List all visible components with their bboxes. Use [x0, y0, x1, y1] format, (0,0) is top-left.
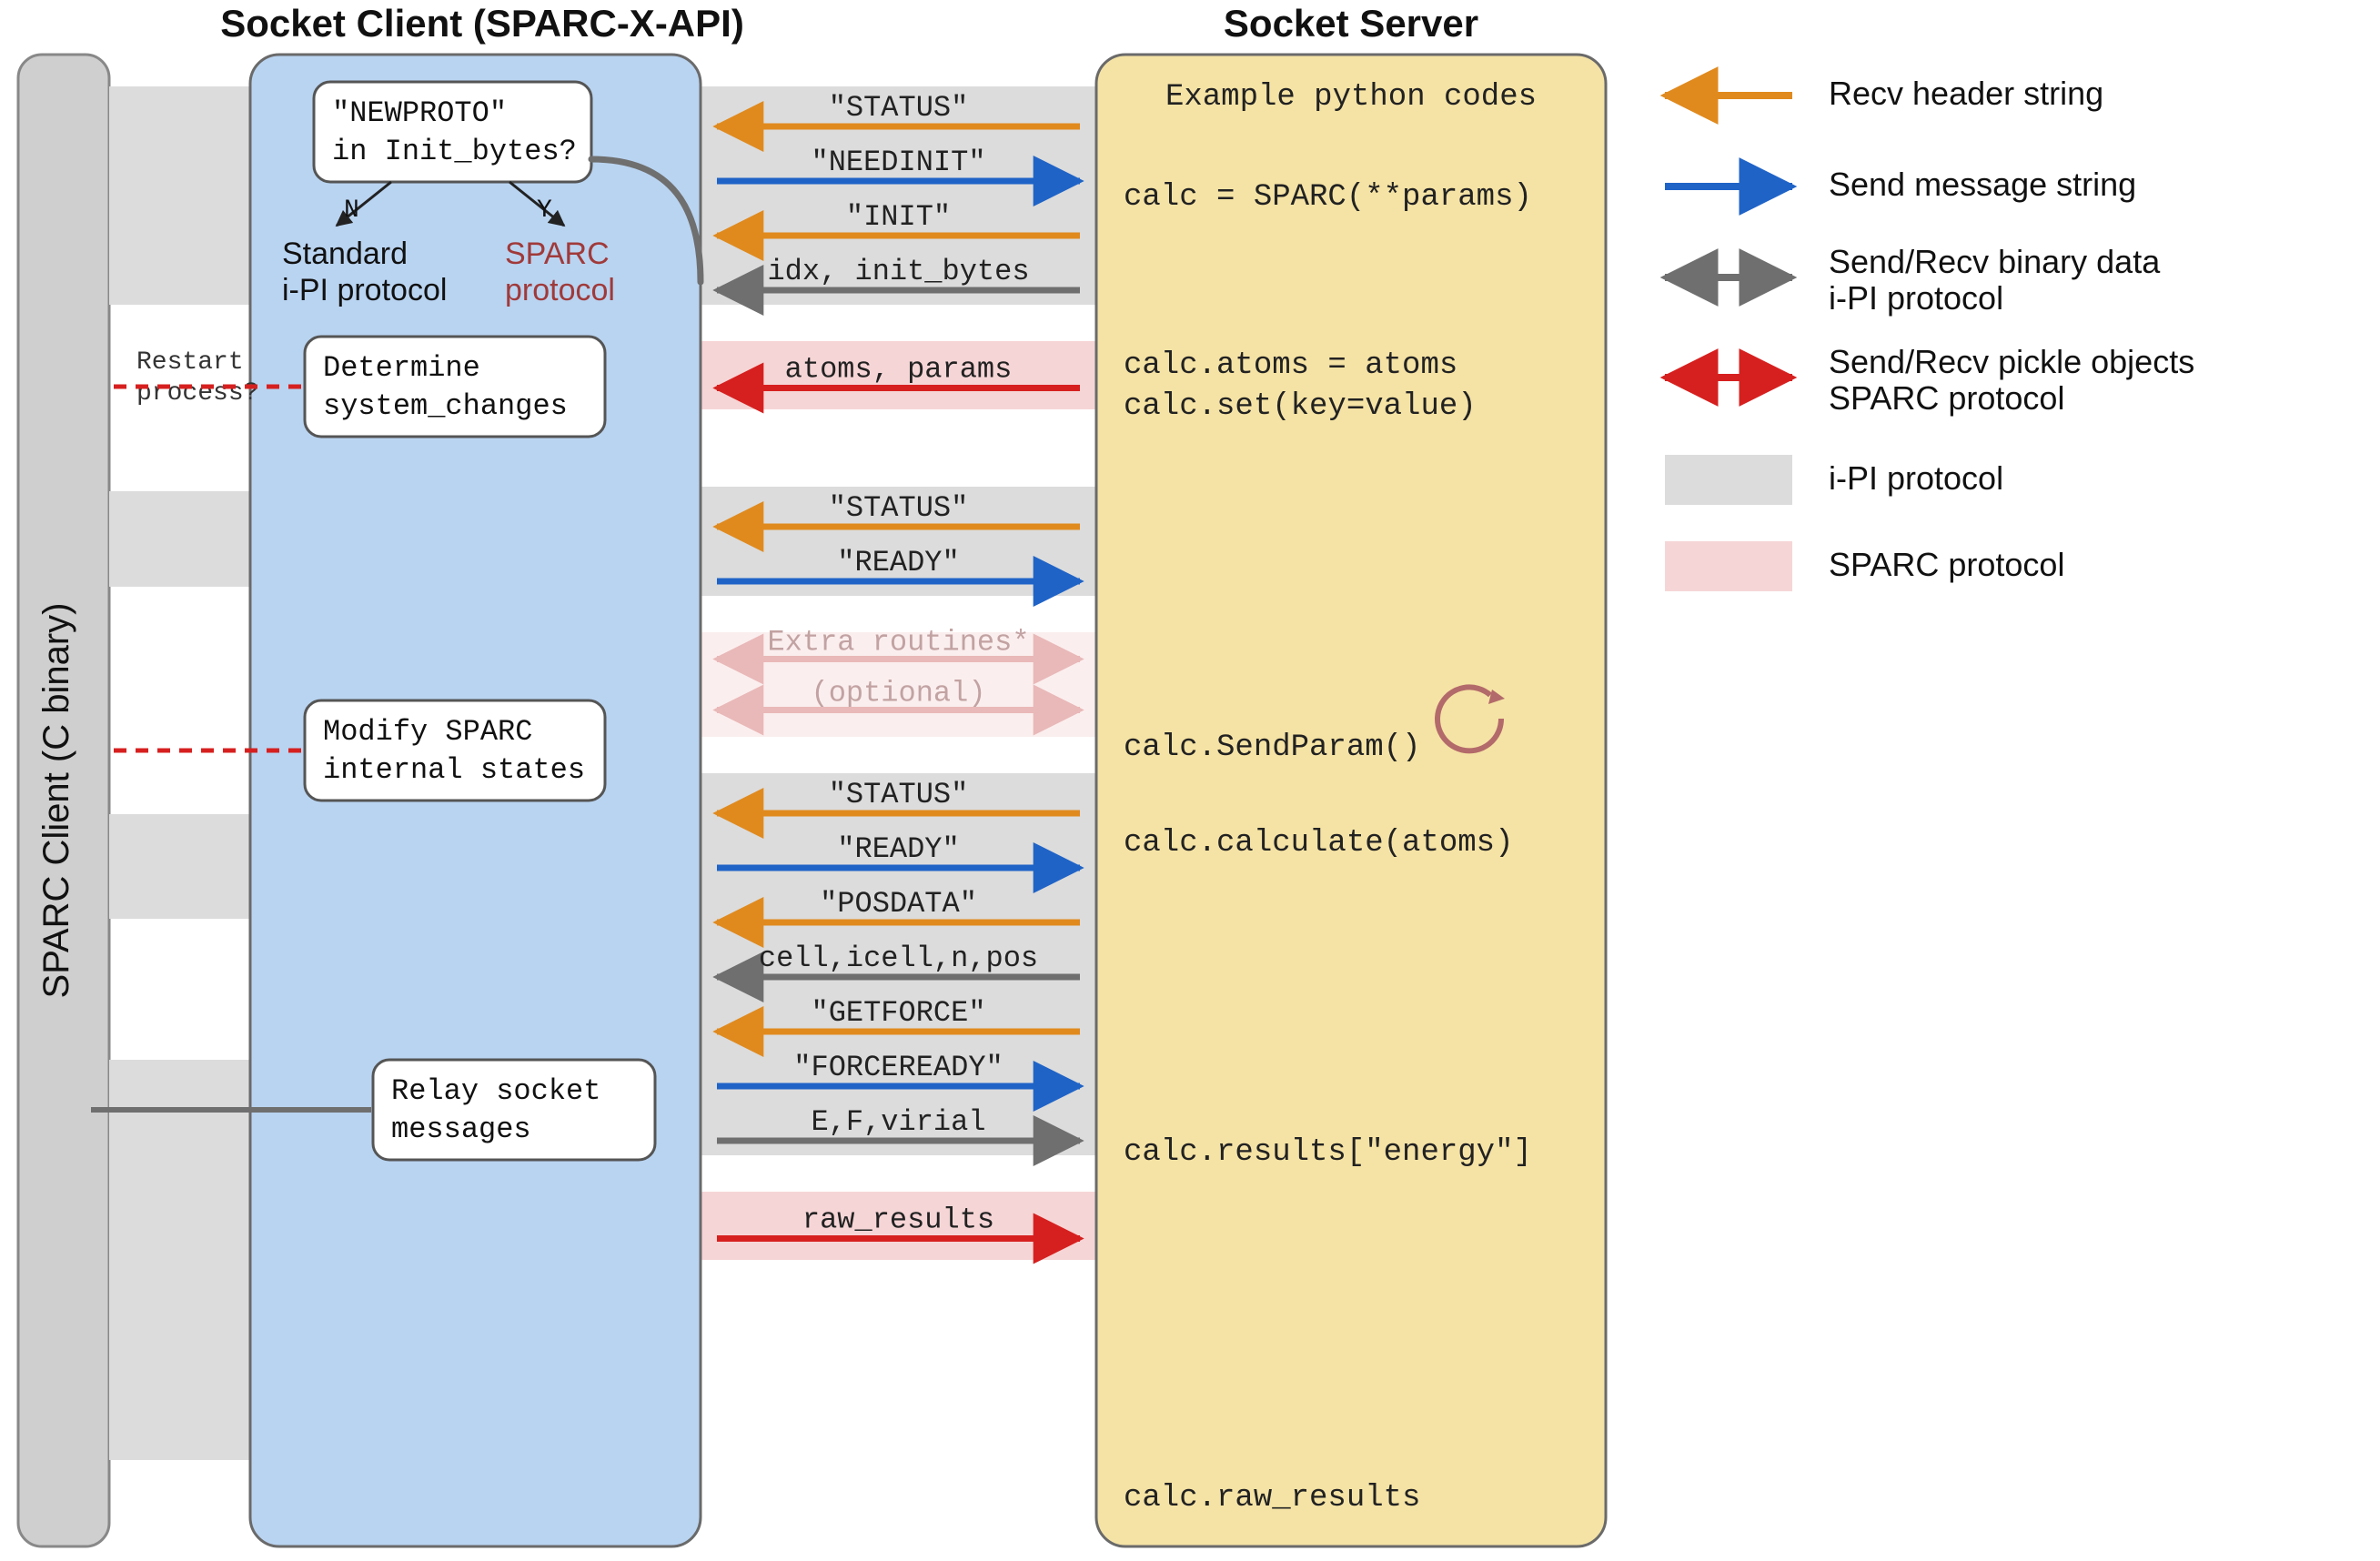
svg-text:calc.results["energy"]: calc.results["energy"]: [1124, 1135, 1532, 1170]
determine-box: Determine system_changes: [305, 337, 605, 437]
svg-text:Y: Y: [537, 196, 552, 225]
svg-text:Modify SPARC: Modify SPARC: [323, 715, 532, 749]
svg-text:calc.atoms = atoms: calc.atoms = atoms: [1124, 348, 1457, 383]
svg-text:"READY": "READY": [837, 546, 959, 579]
svg-text:Send/Recv binary data: Send/Recv binary data: [1829, 243, 2161, 280]
c-binary-column: SPARC Client (C binary): [18, 55, 109, 1546]
c-binary-title: SPARC Client (C binary): [36, 603, 76, 999]
legend-recv: Recv header string: [1665, 75, 2103, 112]
svg-text:Recv header string: Recv header string: [1829, 75, 2103, 112]
svg-text:Send message string: Send message string: [1829, 166, 2136, 203]
server-title: Socket Server: [1224, 2, 1478, 45]
svg-text:"FORCEREADY": "FORCEREADY": [793, 1051, 1003, 1084]
svg-text:calc.raw_results: calc.raw_results: [1124, 1481, 1420, 1516]
client-title: Socket Client (SPARC-X-API): [220, 2, 744, 45]
modify-box: Modify SPARC internal states: [305, 700, 605, 801]
svg-text:"STATUS": "STATUS": [829, 491, 969, 525]
svg-text:calc.set(key=value): calc.set(key=value): [1124, 389, 1477, 424]
svg-text:Determine: Determine: [323, 351, 480, 385]
svg-text:"NEWPROTO": "NEWPROTO": [332, 96, 507, 130]
msg-row-11: cell,icell,n,pos: [717, 942, 1080, 977]
svg-text:SPARC protocol: SPARC protocol: [1829, 379, 2064, 417]
legend-pickle: Send/Recv pickle objects SPARC protocol: [1665, 343, 2194, 417]
svg-text:"STATUS": "STATUS": [829, 778, 969, 811]
msg-row-3: idx, init_bytes: [717, 255, 1080, 290]
svg-text:idx, init_bytes: idx, init_bytes: [767, 255, 1029, 288]
svg-text:i-PI protocol: i-PI protocol: [1829, 279, 2003, 317]
legend-binary: Send/Recv binary data i-PI protocol: [1665, 243, 2161, 317]
svg-text:"NEEDINIT": "NEEDINIT": [811, 146, 985, 179]
restart-label: Restart process?: [136, 348, 258, 408]
relay-box: Relay socket messages: [373, 1060, 655, 1160]
svg-text:SPARC: SPARC: [505, 237, 610, 271]
svg-text:system_changes: system_changes: [323, 389, 568, 423]
legend-sparc-box: SPARC protocol: [1665, 541, 2064, 591]
svg-text:Standard: Standard: [282, 237, 408, 271]
server-codes-title: Example python codes: [1165, 80, 1537, 115]
svg-text:E,F,virial: E,F,virial: [811, 1105, 985, 1139]
legend-ipi-box: i-PI protocol: [1665, 455, 2003, 505]
svg-text:calc = SPARC(**params): calc = SPARC(**params): [1124, 180, 1532, 215]
svg-text:raw_results: raw_results: [802, 1203, 994, 1237]
svg-text:Send/Recv pickle objects: Send/Recv pickle objects: [1829, 343, 2194, 380]
svg-text:N: N: [344, 196, 359, 225]
svg-text:"GETFORCE": "GETFORCE": [811, 996, 985, 1030]
svg-text:i-PI protocol: i-PI protocol: [1829, 459, 2003, 497]
svg-text:SPARC protocol: SPARC protocol: [1829, 546, 2064, 583]
connector-bands: [109, 86, 273, 1460]
svg-text:"INIT": "INIT": [846, 200, 951, 234]
svg-text:"POSDATA": "POSDATA": [820, 887, 977, 921]
svg-text:Extra routines*: Extra routines*: [767, 626, 1029, 660]
legend: Recv header string Send message string S…: [1665, 75, 2194, 591]
svg-text:calc.SendParam(): calc.SendParam(): [1124, 730, 1420, 765]
svg-text:atoms, params: atoms, params: [785, 353, 1013, 387]
server-box: Socket Server Example python codes: [1096, 2, 1606, 1546]
svg-text:internal states: internal states: [323, 753, 585, 787]
svg-text:cell,icell,n,pos: cell,icell,n,pos: [759, 942, 1038, 975]
svg-text:calc.calculate(atoms): calc.calculate(atoms): [1124, 826, 1513, 861]
svg-text:Relay socket: Relay socket: [391, 1074, 600, 1108]
legend-send: Send message string: [1665, 166, 2136, 203]
svg-text:(optional): (optional): [811, 677, 985, 710]
svg-text:in Init_bytes?: in Init_bytes?: [332, 135, 577, 168]
svg-text:Restart process?: Restart process?: [136, 348, 258, 408]
svg-text:protocol: protocol: [505, 273, 615, 307]
svg-text:messages: messages: [391, 1113, 531, 1146]
svg-text:i-PI protocol: i-PI protocol: [282, 273, 447, 307]
svg-text:"READY": "READY": [837, 832, 959, 866]
svg-text:"STATUS": "STATUS": [829, 91, 969, 125]
